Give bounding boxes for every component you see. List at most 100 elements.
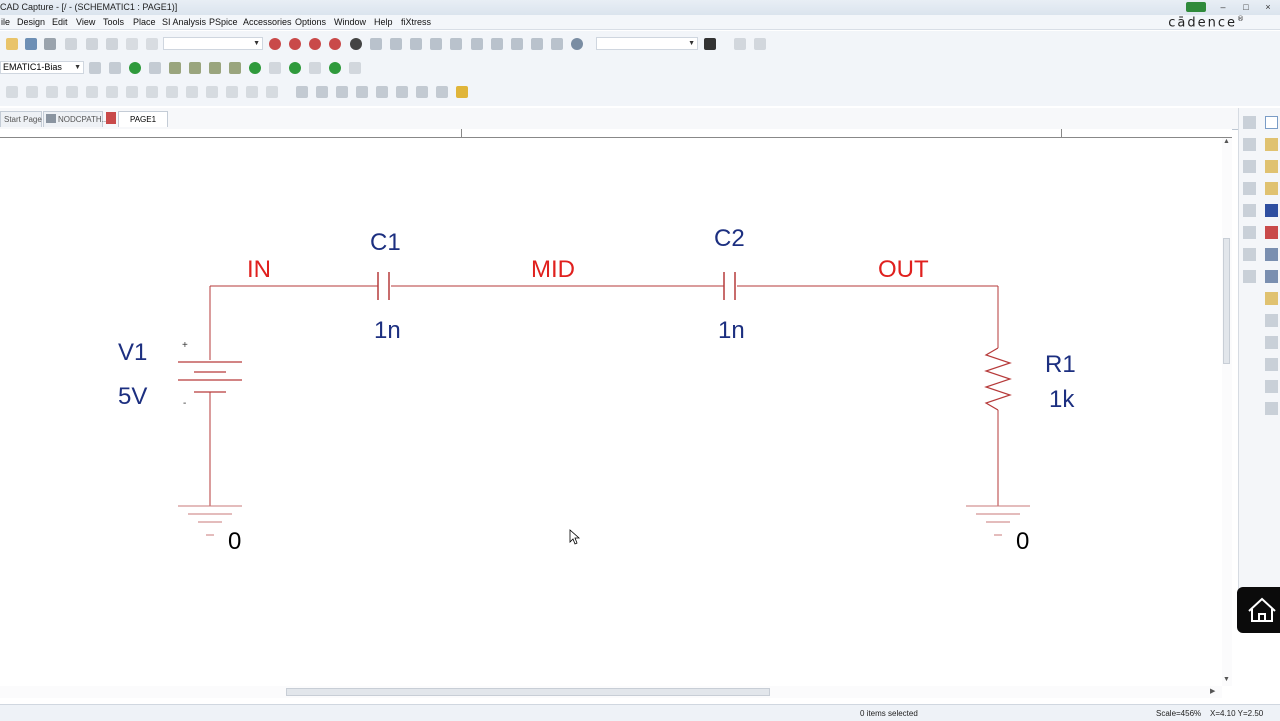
- next-icon[interactable]: [754, 38, 766, 50]
- lock-icon[interactable]: [456, 86, 468, 98]
- voltage-differential-marker-icon[interactable]: [189, 62, 201, 74]
- capacitor-c2[interactable]: [723, 272, 736, 300]
- place-off-page-icon[interactable]: [1265, 358, 1278, 371]
- place-power-icon[interactable]: [1265, 248, 1278, 261]
- project-manager-icon[interactable]: [551, 38, 563, 50]
- snap-grid-icon[interactable]: [491, 38, 503, 50]
- drc-icon[interactable]: [410, 38, 422, 50]
- align-tool-7-icon[interactable]: [126, 86, 138, 98]
- net-label-in[interactable]: IN: [247, 258, 271, 282]
- align-tool-3-icon[interactable]: [46, 86, 58, 98]
- net-label-mid[interactable]: MID: [531, 258, 575, 282]
- r1-value[interactable]: 1k: [1049, 388, 1074, 412]
- scroll-down-arrow-icon[interactable]: ▼: [1223, 676, 1230, 683]
- zoom-out-icon[interactable]: [289, 38, 301, 50]
- ground-right-label[interactable]: 0: [1016, 530, 1029, 554]
- zoom-area-icon[interactable]: [309, 38, 321, 50]
- menu-fixtress[interactable]: fiXtress: [401, 17, 431, 27]
- resistor-r1[interactable]: [984, 347, 1012, 411]
- align-tool-11-icon[interactable]: [206, 86, 218, 98]
- search-select[interactable]: ▼: [596, 37, 698, 50]
- redo-icon[interactable]: [146, 38, 158, 50]
- ground-left-label[interactable]: 0: [228, 530, 241, 554]
- c2-value[interactable]: 1n: [718, 319, 745, 343]
- align-tool-5-icon[interactable]: [86, 86, 98, 98]
- place-port-icon[interactable]: [1265, 314, 1278, 327]
- maximize-button[interactable]: □: [1236, 1, 1256, 13]
- new-profile-icon[interactable]: [89, 62, 101, 74]
- align-tool-14-icon[interactable]: [266, 86, 278, 98]
- drag-connected-icon[interactable]: [531, 38, 543, 50]
- minimize-button[interactable]: –: [1213, 1, 1233, 13]
- undo-icon[interactable]: [126, 38, 138, 50]
- align-tool-13-icon[interactable]: [246, 86, 258, 98]
- menu-tools[interactable]: Tools: [103, 17, 124, 27]
- cross-reference-icon[interactable]: [450, 38, 462, 50]
- align-tool-8-icon[interactable]: [146, 86, 158, 98]
- v1-reference[interactable]: V1: [118, 341, 147, 365]
- place-bus-entry-icon[interactable]: [1265, 204, 1278, 217]
- copy-icon[interactable]: [86, 38, 98, 50]
- align-tool-6-icon[interactable]: [106, 86, 118, 98]
- eye-icon[interactable]: [350, 38, 362, 50]
- align-left-icon[interactable]: [296, 86, 308, 98]
- vertical-scrollbar[interactable]: ▲ ▼: [1222, 138, 1232, 686]
- save-icon[interactable]: [25, 38, 37, 50]
- capacitor-c1[interactable]: [377, 272, 390, 300]
- enable-power-icon[interactable]: [349, 62, 361, 74]
- place-wire-icon[interactable]: [1265, 138, 1278, 151]
- align-tool-4-icon[interactable]: [66, 86, 78, 98]
- menu-edit[interactable]: Edit: [52, 17, 68, 27]
- align-tool-9-icon[interactable]: [166, 86, 178, 98]
- scroll-up-arrow-icon[interactable]: ▲: [1223, 138, 1230, 145]
- horizontal-scrollbar[interactable]: ▶: [0, 686, 1222, 698]
- select-pointer-icon[interactable]: [1265, 116, 1278, 129]
- palette-item-5-icon[interactable]: [1243, 204, 1256, 217]
- menu-file[interactable]: ile: [1, 17, 10, 27]
- close-button[interactable]: ×: [1258, 1, 1278, 13]
- align-top-icon[interactable]: [356, 86, 368, 98]
- open-folder-icon[interactable]: [6, 38, 18, 50]
- bias-current-icon[interactable]: [289, 62, 301, 74]
- menu-window[interactable]: Window: [334, 17, 366, 27]
- palette-item-7-icon[interactable]: [1243, 248, 1256, 261]
- menu-accessories[interactable]: Accessories: [243, 17, 292, 27]
- enable-current-icon[interactable]: [309, 62, 321, 74]
- scroll-right-arrow-icon[interactable]: ▶: [1210, 687, 1215, 695]
- v1-value[interactable]: 5V: [118, 385, 147, 409]
- bias-voltage-icon[interactable]: [249, 62, 261, 74]
- menu-options[interactable]: Options: [295, 17, 326, 27]
- schematic-canvas[interactable]: IN MID OUT C1 1n C2 1n V1 5V + - R1 1k 0…: [0, 138, 1222, 686]
- menu-design[interactable]: Design: [17, 17, 45, 27]
- previous-icon[interactable]: [734, 38, 746, 50]
- palette-item-8-icon[interactable]: [1243, 270, 1256, 283]
- distribute-horizontal-icon[interactable]: [416, 86, 428, 98]
- tab-start-page[interactable]: Start Page: [0, 111, 42, 127]
- view-simulation-icon[interactable]: [149, 62, 161, 74]
- align-tool-1-icon[interactable]: [6, 86, 18, 98]
- home-button[interactable]: [1237, 587, 1280, 633]
- binoculars-icon[interactable]: [704, 38, 716, 50]
- align-tool-10-icon[interactable]: [186, 86, 198, 98]
- enable-voltage-icon[interactable]: [269, 62, 281, 74]
- palette-item-1-icon[interactable]: [1243, 116, 1256, 129]
- menu-view[interactable]: View: [76, 17, 95, 27]
- cut-icon[interactable]: [65, 38, 77, 50]
- zoom-all-icon[interactable]: [329, 38, 341, 50]
- align-middle-icon[interactable]: [376, 86, 388, 98]
- voltage-marker-icon[interactable]: [169, 62, 181, 74]
- edit-profile-icon[interactable]: [109, 62, 121, 74]
- align-right-icon[interactable]: [336, 86, 348, 98]
- net-label-out[interactable]: OUT: [878, 258, 929, 282]
- menu-si-analysis[interactable]: SI Analysis: [162, 17, 206, 27]
- distribute-vertical-icon[interactable]: [436, 86, 448, 98]
- power-marker-icon[interactable]: [229, 62, 241, 74]
- place-bus-icon[interactable]: [1265, 160, 1278, 173]
- place-junction-icon[interactable]: [1265, 182, 1278, 195]
- bias-power-icon[interactable]: [329, 62, 341, 74]
- r1-reference[interactable]: R1: [1045, 353, 1076, 377]
- palette-item-4-icon[interactable]: [1243, 182, 1256, 195]
- place-net-alias-icon[interactable]: [1265, 226, 1278, 239]
- palette-item-3-icon[interactable]: [1243, 160, 1256, 173]
- run-simulation-icon[interactable]: [129, 62, 141, 74]
